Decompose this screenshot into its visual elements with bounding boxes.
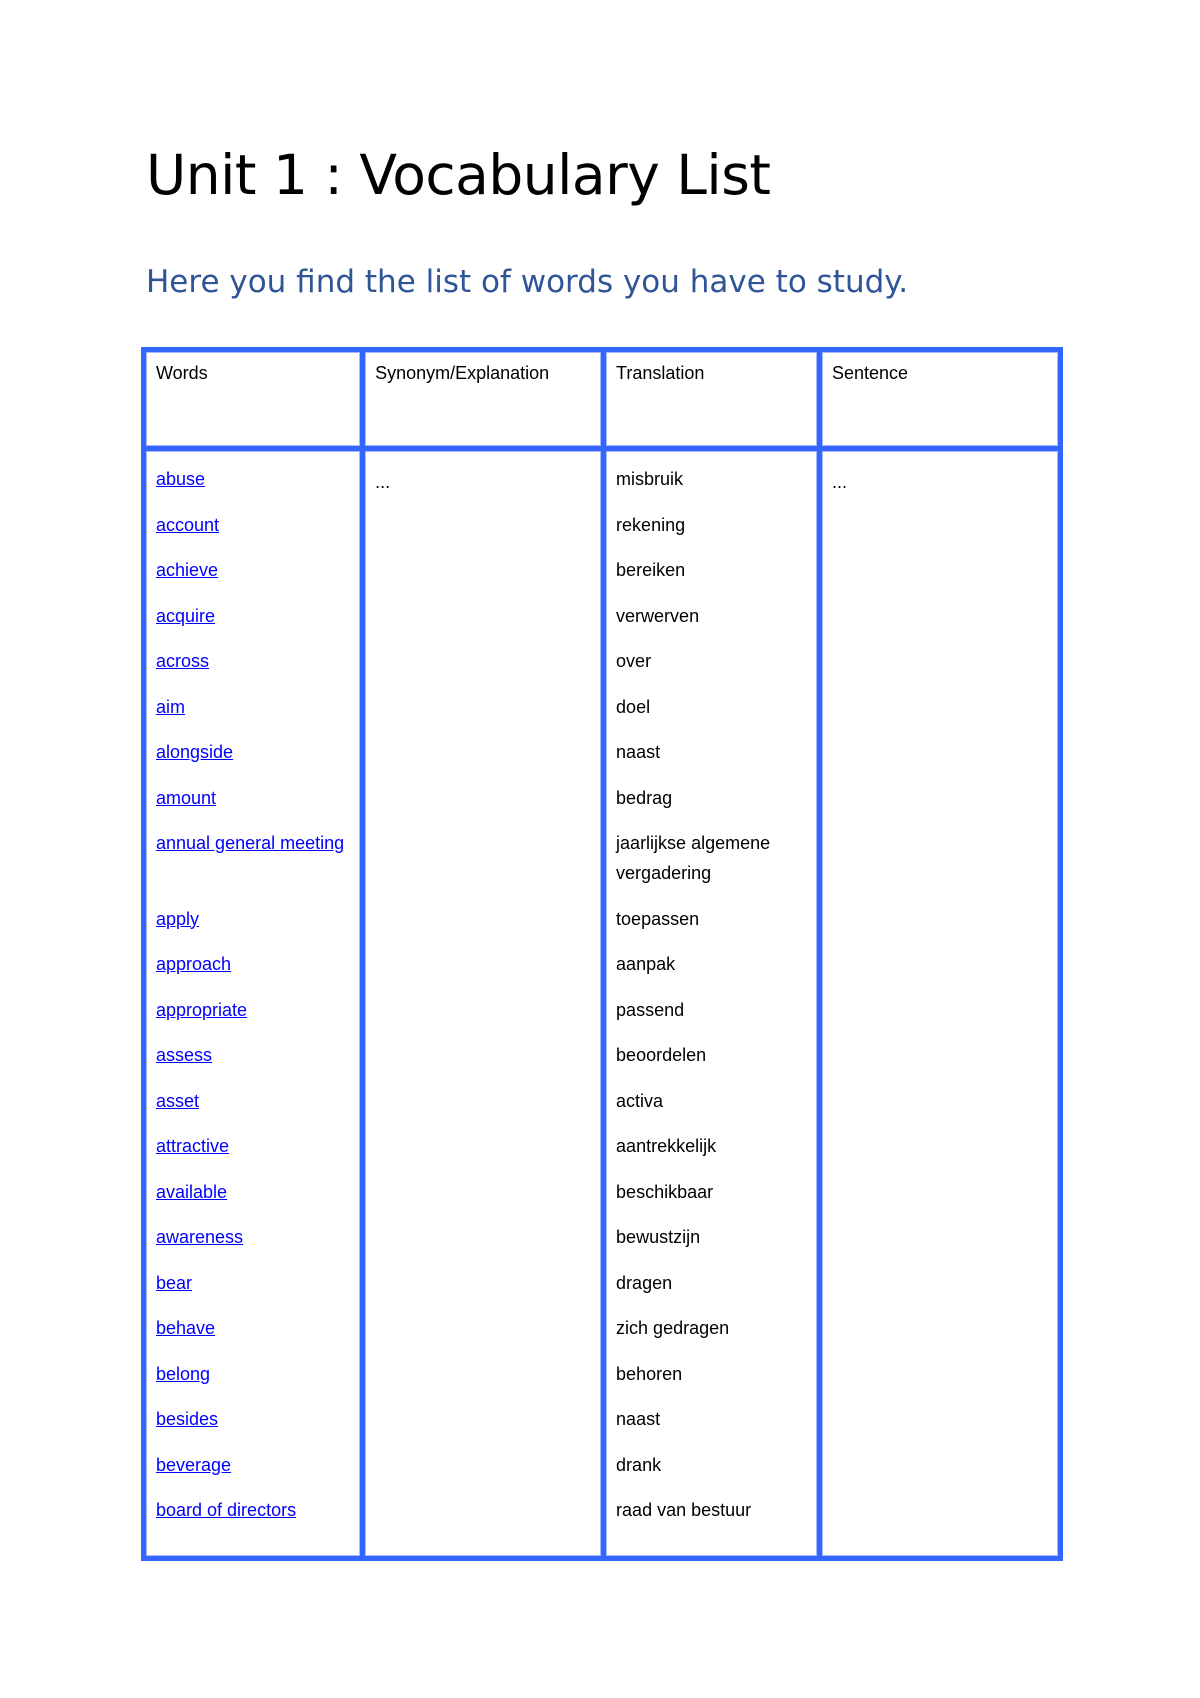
- word-entry: awareness: [156, 1222, 350, 1252]
- word-link[interactable]: belong: [156, 1364, 210, 1384]
- sentence-column[interactable]: ...: [821, 451, 1058, 1556]
- sentence-placeholder: ...: [831, 472, 847, 492]
- word-link[interactable]: across: [156, 651, 209, 671]
- word-link[interactable]: account: [156, 515, 219, 535]
- translation-entry: behoren: [616, 1363, 683, 1384]
- word-link[interactable]: besides: [156, 1409, 218, 1429]
- header-words: Words: [146, 352, 361, 446]
- translation-entry: dragen: [616, 1272, 673, 1293]
- word-entry: aim: [156, 692, 350, 722]
- header-synonym-explanation: Synonym/Explanation: [365, 352, 602, 446]
- header-sentence: Sentence: [821, 352, 1058, 446]
- word-link[interactable]: alongside: [156, 742, 233, 762]
- word-link[interactable]: approach: [156, 954, 231, 974]
- translation-entry: toepassen: [616, 908, 700, 929]
- translation-entry: doel: [616, 696, 651, 717]
- word-entry: acquire: [156, 601, 350, 631]
- table-body-row: abuse account achieve acquire across aim along…: [146, 451, 1058, 1556]
- translation-entry: activa: [616, 1090, 664, 1111]
- translation-entry: aantrekkelijk: [616, 1136, 717, 1156]
- word-link[interactable]: apply: [156, 909, 199, 929]
- word-entry: attractive: [156, 1131, 350, 1161]
- word-entry: amount: [156, 783, 350, 813]
- word-entry: behave: [156, 1313, 350, 1343]
- header-translation: Translation: [606, 352, 817, 446]
- word-link[interactable]: assess: [156, 1045, 212, 1065]
- word-entry: approach: [156, 949, 350, 979]
- word-entry: apply: [156, 904, 350, 934]
- word-entry: beverage: [156, 1450, 350, 1480]
- word-link[interactable]: achieve: [156, 560, 218, 580]
- word-entry: asset: [156, 1086, 350, 1116]
- word-link[interactable]: awareness: [156, 1227, 243, 1247]
- translation-entry: naast: [616, 1409, 661, 1429]
- translation-entry: beoordelen: [616, 1045, 707, 1065]
- translation-entry: drank: [616, 1454, 662, 1475]
- word-link[interactable]: attractive: [156, 1136, 229, 1156]
- translation-entry: verwerven: [616, 605, 700, 626]
- translation-entry: bedrag: [616, 787, 673, 808]
- word-link[interactable]: appropriate: [156, 1000, 247, 1020]
- translation-entry: beschikbaar: [616, 1181, 714, 1202]
- translation-entry: bereiken: [616, 560, 686, 580]
- word-entry: across: [156, 646, 350, 676]
- words-column: abuse account achieve acquire across aim along…: [146, 451, 361, 1556]
- word-link[interactable]: annual general meeting: [156, 833, 344, 853]
- word-entry: available: [156, 1177, 350, 1207]
- word-link[interactable]: abuse: [156, 469, 205, 489]
- word-entry: board of directors: [156, 1495, 350, 1525]
- word-entry: appropriate: [156, 995, 350, 1025]
- word-link[interactable]: bear: [156, 1273, 192, 1293]
- word-link[interactable]: board of directors: [156, 1500, 296, 1520]
- word-entry: account: [156, 510, 350, 540]
- word-link[interactable]: behave: [156, 1318, 215, 1338]
- translation-entry: bewustzijn: [616, 1227, 701, 1247]
- translation-entry: rekening: [616, 514, 686, 535]
- page-subtitle: Here you find the list of words you have…: [146, 264, 909, 300]
- translation-entry: jaarlijkse algemene vergadering: [616, 833, 771, 883]
- synonym-column[interactable]: ...: [365, 451, 602, 1556]
- synonym-placeholder: ...: [375, 472, 391, 492]
- word-link[interactable]: available: [156, 1182, 227, 1202]
- word-entry: alongside: [156, 737, 350, 767]
- word-link[interactable]: beverage: [156, 1455, 231, 1475]
- translation-entry: naast: [616, 742, 661, 762]
- word-entry: besides: [156, 1404, 350, 1434]
- translation-entry: misbruik: [616, 469, 684, 489]
- table-header-row: Words Synonym/Explanation Translation Se…: [146, 352, 1058, 446]
- translation-entry: raad van bestuur: [616, 1500, 752, 1520]
- translation-entry: aanpak: [616, 954, 676, 974]
- translation-entry: zich gedragen: [616, 1318, 730, 1338]
- word-entry: bear: [156, 1268, 350, 1298]
- page-title: Unit 1 : Vocabulary List: [146, 143, 771, 207]
- word-link[interactable]: acquire: [156, 606, 215, 626]
- word-link[interactable]: amount: [156, 788, 216, 808]
- word-entry: belong: [156, 1359, 350, 1389]
- word-entry: annual general meeting: [156, 828, 350, 888]
- vocabulary-table: Words Synonym/Explanation Translation Se…: [141, 347, 1063, 1561]
- word-entry: achieve: [156, 555, 350, 585]
- word-link[interactable]: aim: [156, 697, 185, 717]
- word-entry: abuse: [156, 464, 350, 494]
- translation-column: misbruik rekening bereiken verwerven over doe…: [606, 451, 817, 1556]
- word-entry: assess: [156, 1040, 350, 1070]
- translation-entry: over: [616, 651, 652, 671]
- word-link[interactable]: asset: [156, 1091, 199, 1111]
- translation-entry: passend: [616, 999, 685, 1020]
